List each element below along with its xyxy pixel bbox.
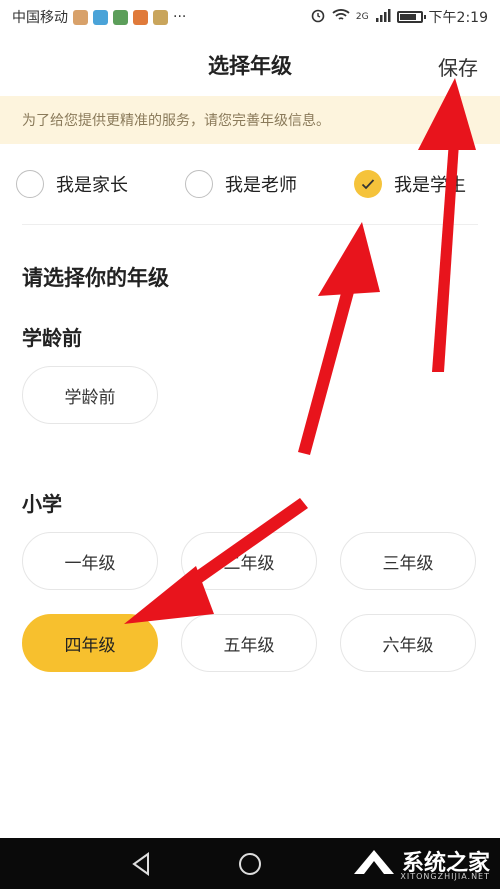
grade-button-6[interactable]: 六年级	[340, 614, 476, 672]
role-label: 我是老师	[225, 175, 297, 196]
network-type-label: 2G	[355, 12, 369, 22]
grade-button-4[interactable]: 四年级	[22, 614, 158, 672]
radio-unchecked-icon[interactable]	[16, 170, 44, 198]
role-label: 我是家长	[56, 175, 128, 196]
app-notification-icon	[133, 9, 148, 25]
status-left: 中国移动 ···	[12, 7, 186, 27]
grade-button-preschool[interactable]: 学龄前	[22, 366, 158, 424]
grade-button-3[interactable]: 三年级	[340, 532, 476, 590]
radio-unchecked-icon[interactable]	[185, 170, 213, 198]
role-label: 我是学生	[394, 175, 466, 196]
alarm-icon	[310, 7, 326, 27]
signal-icon	[375, 8, 391, 26]
section-title-preschool: 学龄前	[22, 326, 82, 350]
grade-prompt-heading: 请选择你的年级	[22, 266, 169, 290]
more-notifications-icon: ···	[173, 9, 187, 25]
role-option-parent[interactable]: 我是家长	[16, 160, 128, 208]
back-icon	[132, 852, 149, 876]
radio-checked-icon[interactable]	[354, 170, 382, 198]
app-notification-icon	[153, 9, 168, 25]
nav-bar: 选择年级 保存	[0, 34, 500, 96]
battery-icon	[396, 11, 426, 23]
carrier-label: 中国移动	[12, 10, 68, 26]
status-bar: 中国移动 ··· 2G 下午2:19	[0, 0, 500, 34]
divider	[22, 224, 478, 225]
role-option-student[interactable]: 我是学生	[354, 160, 466, 208]
grade-button-5[interactable]: 五年级	[181, 614, 317, 672]
checkmark-icon	[361, 179, 375, 190]
home-icon	[239, 853, 261, 875]
annotation-arrow-to-student	[298, 222, 380, 455]
watermark-subtext: XITONGZHIJIA.NET	[400, 872, 490, 881]
app-notification-icon	[73, 9, 88, 25]
role-selector: 我是家长 我是老师 我是学生	[0, 160, 500, 208]
watermark-logo-icon	[353, 850, 394, 874]
notice-text: 为了给您提供更精准的服务，请您完善年级信息。	[22, 113, 330, 129]
save-button[interactable]: 保存	[438, 52, 478, 81]
grade-button-1[interactable]: 一年级	[22, 532, 158, 590]
section-title-primary: 小学	[22, 492, 62, 516]
page-title: 选择年级	[208, 54, 292, 78]
app-notification-icon	[113, 9, 128, 25]
clock-label: 下午2:19	[428, 10, 488, 26]
info-notice: 为了给您提供更精准的服务，请您完善年级信息。	[0, 96, 500, 144]
app-notification-icon	[93, 9, 108, 25]
role-option-teacher[interactable]: 我是老师	[185, 160, 297, 208]
wifi-icon	[332, 8, 350, 26]
status-right: 2G 下午2:19	[310, 7, 488, 27]
grade-button-2[interactable]: 二年级	[181, 532, 317, 590]
